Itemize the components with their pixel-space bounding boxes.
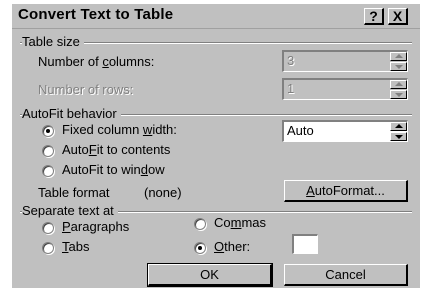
tabs-radio[interactable] [42,242,54,254]
fixed-width-label[interactable]: Fixed column width: [62,122,177,137]
paragraphs-label[interactable]: Paragraphs [62,219,129,234]
columns-down-arrow[interactable] [390,62,407,71]
fixed-width-up-arrow[interactable] [390,122,407,131]
table-format-label: Table format [38,185,110,200]
other-radio[interactable] [194,242,206,254]
other-label[interactable]: Other: [214,239,250,254]
columns-spinner[interactable]: 3 [282,50,408,72]
commas-label[interactable]: Commas [214,215,266,230]
fixed-width-radio[interactable] [42,125,54,137]
paragraphs-radio[interactable] [42,222,54,234]
autoformat-button[interactable]: AutoFormat... [284,180,408,202]
rows-label: Number of rows: [38,82,134,97]
fixed-width-spinner[interactable]: Auto [282,120,408,142]
rows-up-arrow[interactable] [390,80,407,89]
ok-button[interactable]: OK [147,263,273,287]
help-button[interactable]: ? [364,8,384,25]
other-radio-dot [198,246,202,250]
other-separator-input[interactable] [292,234,318,254]
separate-group-label: Separate text at [22,203,118,218]
convert-text-to-table-dialog: Convert Text to Table ? X Table size Num… [12,4,420,288]
fixed-width-value: Auto [287,123,314,138]
commas-radio[interactable] [194,218,206,230]
title-bar: Convert Text to Table ? X [12,4,420,29]
columns-value: 3 [287,53,295,68]
fit-window-label[interactable]: AutoFit to window [62,162,165,177]
close-button[interactable]: X [388,8,408,25]
table-size-group-label: Table size [22,34,84,49]
table-format-value: (none) [144,185,182,200]
tabs-label[interactable]: Tabs [62,239,89,254]
columns-up-arrow[interactable] [390,52,407,61]
fit-window-radio[interactable] [42,165,54,177]
autofit-group-label: AutoFit behavior [22,106,121,121]
columns-label: Number of columns: [38,54,155,69]
rows-down-arrow[interactable] [390,90,407,99]
dialog-title: Convert Text to Table [18,6,174,23]
fixed-width-radio-dot [46,129,50,133]
cancel-button[interactable]: Cancel [284,264,408,286]
rows-spinner[interactable]: 1 [282,78,408,100]
fit-contents-label[interactable]: AutoFit to contents [62,142,170,157]
fixed-width-down-arrow[interactable] [390,132,407,141]
rows-value: 1 [287,81,295,96]
fit-contents-radio[interactable] [42,145,54,157]
